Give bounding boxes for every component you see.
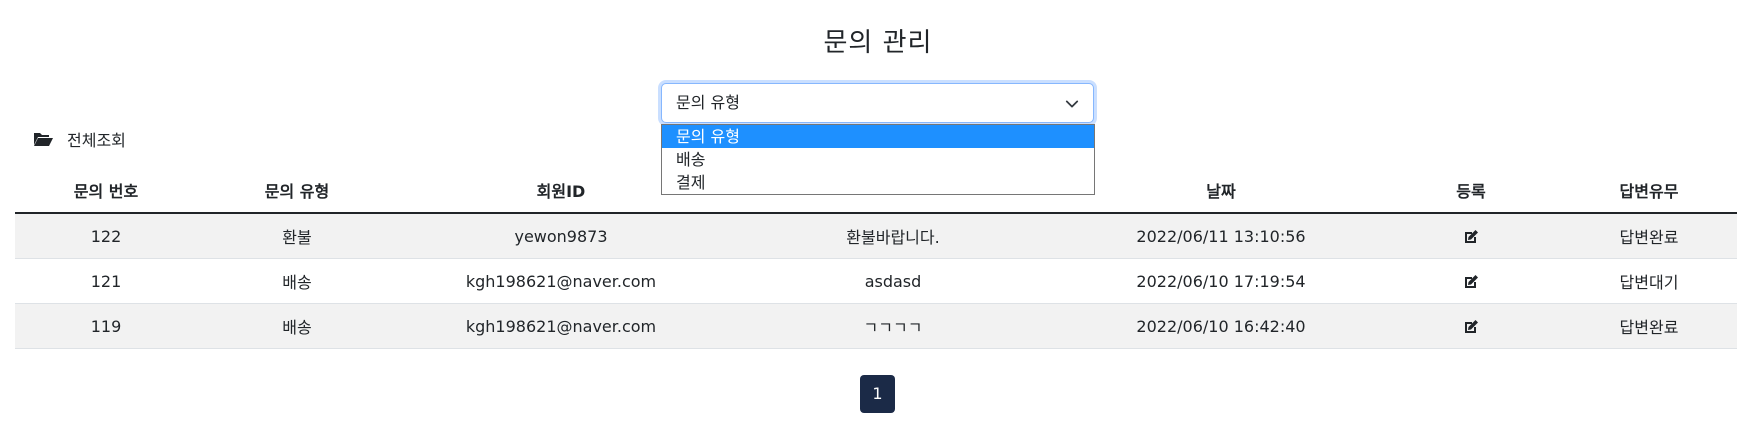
column-header: 답변유무	[1561, 168, 1737, 214]
cell-date: 2022/06/10 17:19:54	[1061, 258, 1381, 304]
table-row[interactable]: 119 배송 kgh198621@naver.com ㄱㄱㄱㄱ 2022/06/…	[15, 303, 1737, 349]
cell-edit	[1381, 213, 1561, 259]
cell-type: 배송	[197, 303, 397, 349]
column-header: 등록	[1381, 168, 1561, 214]
cell-member: kgh198621@naver.com	[397, 258, 725, 304]
cell-edit	[1381, 258, 1561, 304]
cell-date: 2022/06/11 13:10:56	[1061, 213, 1381, 259]
cell-type: 배송	[197, 258, 397, 304]
cell-no: 119	[15, 303, 197, 349]
cell-member: yewon9873	[397, 213, 725, 259]
cell-title[interactable]: asdasd	[725, 258, 1061, 304]
edit-icon[interactable]	[1463, 274, 1479, 290]
cell-type: 환불	[197, 213, 397, 259]
dropdown-option[interactable]: 결제	[662, 171, 1094, 194]
inquiry-table: 문의 번호 문의 유형 회원ID 날짜 등록 답변유무 122 환불 yewon…	[15, 168, 1737, 349]
cell-title[interactable]: ㄱㄱㄱㄱ	[725, 303, 1061, 349]
cell-member: kgh198621@naver.com	[397, 303, 725, 349]
select-value: 문의 유형	[676, 93, 740, 112]
page-title: 문의 관리	[823, 28, 933, 58]
cell-status: 답변대기	[1561, 258, 1737, 304]
page-button-current[interactable]: 1	[860, 375, 895, 413]
cell-title[interactable]: 환불바랍니다.	[725, 213, 1061, 259]
dropdown-option[interactable]: 배송	[662, 148, 1094, 171]
column-header: 문의 번호	[15, 168, 197, 214]
cell-no: 122	[15, 213, 197, 259]
inquiry-type-dropdown: 문의 유형 배송 결제	[661, 124, 1095, 195]
cell-date: 2022/06/10 16:42:40	[1061, 303, 1381, 349]
view-all-label: 전체조회	[67, 131, 126, 150]
view-all-link[interactable]: 전체조회	[33, 127, 126, 151]
chevron-down-icon	[1065, 100, 1079, 108]
edit-icon[interactable]	[1463, 229, 1479, 245]
dropdown-option[interactable]: 문의 유형	[662, 125, 1094, 148]
table-row[interactable]: 121 배송 kgh198621@naver.com asdasd 2022/0…	[15, 258, 1737, 304]
edit-icon[interactable]	[1463, 319, 1479, 335]
folder-open-icon	[34, 133, 53, 146]
column-header: 날짜	[1061, 168, 1381, 214]
cell-status: 답변완료	[1561, 213, 1737, 259]
cell-edit	[1381, 303, 1561, 349]
column-header: 문의 유형	[197, 168, 397, 214]
inquiry-type-select[interactable]: 문의 유형	[661, 83, 1094, 123]
cell-no: 121	[15, 258, 197, 304]
table-row[interactable]: 122 환불 yewon9873 환불바랍니다. 2022/06/11 13:1…	[15, 213, 1737, 259]
inquiry-management-page: 문의 관리 문의 유형 문의 유형 배송 결제 전체조회 문의 번호 문의 유형…	[0, 0, 1756, 438]
cell-status: 답변완료	[1561, 303, 1737, 349]
